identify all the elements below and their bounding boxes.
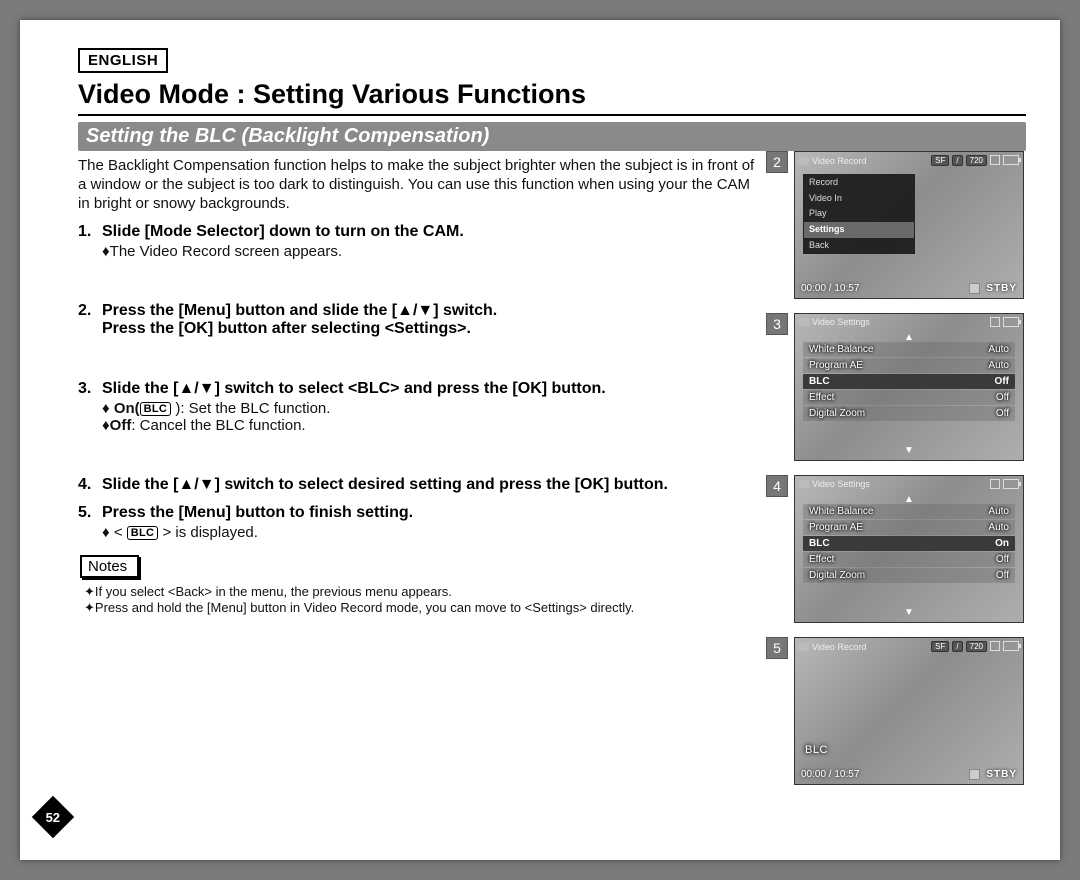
lcd-time: 00:00 / 10:57	[801, 769, 859, 780]
step-number: 5.	[78, 504, 102, 522]
cap-720: 720	[966, 155, 987, 166]
note-item: If you select <Back> in the menu, the pr…	[84, 584, 760, 600]
step-heading: Press the [Menu] button to finish settin…	[102, 504, 413, 522]
settings-row[interactable]: White BalanceAuto	[803, 342, 1015, 357]
camera-icon	[799, 480, 809, 488]
lcd-status: STBY	[986, 283, 1017, 294]
screenshot-5: 5 Video Record SF / 720	[766, 637, 1026, 785]
screenshots-column: 2 Video Record SF / 720	[766, 151, 1026, 799]
language-badge: ENGLISH	[78, 48, 168, 73]
settings-row[interactable]: Digital ZoomOff	[803, 568, 1015, 583]
step-5: 5. Press the [Menu] button to finish set…	[78, 504, 760, 541]
menu-item[interactable]: Back	[804, 238, 914, 254]
camera-icon	[799, 157, 809, 165]
title-rule	[78, 114, 1026, 116]
step-number: 2.	[78, 302, 102, 338]
settings-row[interactable]: BLCOn	[803, 536, 1015, 551]
camera-icon	[799, 318, 809, 326]
screenshot-number: 3	[766, 313, 788, 335]
notes-label: Notes	[80, 555, 139, 578]
screenshot-3: 3 Video Settings ▲ White BalanceAutoProg…	[766, 313, 1026, 461]
down-arrow-icon: ▼	[904, 445, 914, 456]
cap-sf: SF	[931, 155, 949, 166]
step-heading-line2: Press the [OK] button after selecting <S…	[102, 320, 471, 337]
settings-row[interactable]: Digital ZoomOff	[803, 406, 1015, 421]
settings-row[interactable]: White BalanceAuto	[803, 504, 1015, 519]
lcd-title: Video Settings	[812, 317, 870, 327]
step-1: 1. Slide [Mode Selector] down to turn on…	[78, 223, 760, 260]
stop-icon	[969, 283, 980, 294]
page-title: Video Mode : Setting Various Functions	[78, 79, 1026, 110]
card-icon	[990, 155, 1000, 165]
battery-icon	[1003, 641, 1019, 651]
step-number: 1.	[78, 223, 102, 241]
stop-icon	[969, 769, 980, 780]
section-subtitle: Setting the BLC (Backlight Compensation)	[78, 122, 1026, 151]
menu-item[interactable]: Record	[804, 175, 914, 191]
manual-page: ENGLISH Video Mode : Setting Various Fun…	[20, 20, 1060, 860]
cap-720: 720	[966, 641, 987, 652]
battery-icon	[1003, 317, 1019, 327]
step-heading: Slide [Mode Selector] down to turn on th…	[102, 223, 464, 241]
settings-row[interactable]: EffectOff	[803, 552, 1015, 567]
screenshot-4: 4 Video Settings ▲ White BalanceAutoProg…	[766, 475, 1026, 623]
cap-slash: /	[952, 641, 962, 652]
battery-icon	[1003, 479, 1019, 489]
lcd-time: 00:00 / 10:57	[801, 283, 859, 294]
settings-list: White BalanceAutoProgram AEAutoBLCOnEffe…	[803, 504, 1015, 584]
lcd-title: Video Settings	[812, 479, 870, 489]
blc-overlay-label: BLC	[805, 744, 828, 756]
popup-menu: Record Video In Play Settings Back	[803, 174, 915, 254]
step-sub: < BLC > is displayed.	[102, 524, 760, 541]
step-number: 3.	[78, 380, 102, 398]
page-number-badge: 52	[32, 796, 74, 838]
lcd-status: STBY	[986, 769, 1017, 780]
step-heading-line1: Press the [Menu] button and slide the [▲…	[102, 302, 497, 319]
settings-row[interactable]: EffectOff	[803, 390, 1015, 405]
settings-row[interactable]: BLCOff	[803, 374, 1015, 389]
menu-item[interactable]: Play	[804, 206, 914, 222]
step-sub-off: Off: Cancel the BLC function.	[102, 417, 760, 434]
step-4: 4. Slide the [▲/▼] switch to select desi…	[78, 476, 760, 494]
card-icon	[990, 641, 1000, 651]
screenshot-number: 4	[766, 475, 788, 497]
notes-list: If you select <Back> in the menu, the pr…	[84, 584, 760, 616]
down-arrow-icon: ▼	[904, 607, 914, 618]
cap-slash: /	[952, 155, 962, 166]
menu-item[interactable]: Video In	[804, 191, 914, 207]
step-sub-on: On(BLC ): Set the BLC function.	[102, 400, 760, 417]
camera-icon	[799, 643, 809, 651]
menu-item-selected[interactable]: Settings	[804, 222, 914, 238]
battery-icon	[1003, 155, 1019, 165]
card-icon	[990, 317, 1000, 327]
step-heading: Slide the [▲/▼] switch to select <BLC> a…	[102, 380, 606, 398]
note-item: Press and hold the [Menu] button in Vide…	[84, 600, 760, 616]
steps-list: 1. Slide [Mode Selector] down to turn on…	[78, 223, 760, 541]
screenshot-number: 5	[766, 637, 788, 659]
settings-row[interactable]: Program AEAuto	[803, 358, 1015, 373]
step-sub: The Video Record screen appears.	[102, 243, 760, 260]
lcd-title: Video Record	[812, 642, 866, 652]
cap-sf: SF	[931, 641, 949, 652]
blc-badge-icon: BLC	[140, 402, 172, 416]
screenshot-number: 2	[766, 151, 788, 173]
intro-paragraph: The Backlight Compensation function help…	[78, 157, 760, 213]
lcd-title: Video Record	[812, 156, 866, 166]
step-2: 2. Press the [Menu] button and slide the…	[78, 302, 760, 338]
settings-row[interactable]: Program AEAuto	[803, 520, 1015, 535]
blc-badge-icon: BLC	[127, 526, 159, 540]
step-3: 3. Slide the [▲/▼] switch to select <BLC…	[78, 380, 760, 434]
step-number: 4.	[78, 476, 102, 494]
card-icon	[990, 479, 1000, 489]
settings-list: White BalanceAutoProgram AEAutoBLCOffEff…	[803, 342, 1015, 422]
screenshot-2: 2 Video Record SF / 720	[766, 151, 1026, 299]
step-heading: Slide the [▲/▼] switch to select desired…	[102, 476, 668, 494]
